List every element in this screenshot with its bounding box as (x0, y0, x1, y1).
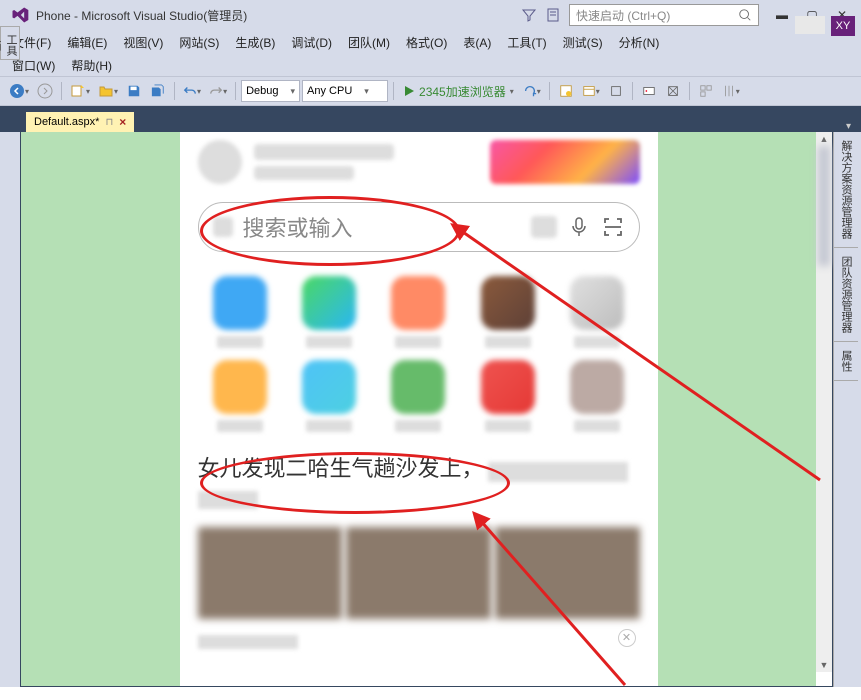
scroll-up-icon[interactable]: ▲ (816, 132, 832, 146)
vs-logo-icon (10, 5, 30, 25)
tool-icon-3[interactable] (605, 80, 627, 102)
app-icon (213, 276, 267, 330)
tool-icon-5[interactable] (662, 80, 684, 102)
tab-close-icon[interactable]: × (119, 115, 126, 129)
menu-tools[interactable]: 工具(T) (499, 32, 554, 53)
annotation-arrow-2 (465, 500, 765, 700)
tool-icon-4[interactable] (638, 80, 660, 102)
app-label-blur (217, 420, 263, 432)
document-tab-active[interactable]: Default.aspx* ⊓ × (26, 110, 134, 132)
xy-badge[interactable]: XY (831, 16, 855, 36)
toolbar: ▾ ▾ ▾ ▾ ▾ Debug▾ Any CPU▾ 2345加速浏览器 ▾ ▾ … (0, 76, 861, 106)
undo-button[interactable]: ▾ (180, 80, 204, 102)
menu-team[interactable]: 团队(M) (340, 32, 398, 53)
filter-icon[interactable] (521, 7, 537, 23)
app-item-0[interactable] (208, 276, 273, 348)
app-label-blur (306, 336, 352, 348)
menu-help[interactable]: 帮助(H) (63, 55, 120, 76)
app-icon (302, 360, 356, 414)
menu-edit[interactable]: 编辑(E) (59, 32, 115, 53)
nav-fwd-button[interactable] (34, 80, 56, 102)
tab-label: Default.aspx* (34, 116, 99, 128)
app-item-6[interactable] (297, 360, 362, 432)
minimize-button[interactable]: ▬ (767, 4, 797, 26)
run-button[interactable]: 2345加速浏览器 ▾ (399, 80, 518, 102)
news-meta-blur (198, 635, 298, 649)
menu-debug[interactable]: 调试(D) (283, 32, 340, 53)
brand-logo (490, 140, 640, 184)
left-gutter (0, 132, 20, 687)
thumb-1[interactable] (198, 527, 343, 619)
refresh-button[interactable]: ▾ (520, 80, 544, 102)
tool-icon-1[interactable] (555, 80, 577, 102)
search-engine-icon (213, 217, 233, 237)
menu-analyze[interactable]: 分析(N) (611, 32, 668, 53)
app-icon (391, 360, 445, 414)
app-label-blur (395, 420, 441, 432)
avatar-placeholder (198, 140, 242, 184)
header-line1 (254, 144, 394, 160)
save-all-button[interactable] (147, 80, 169, 102)
quick-launch-input[interactable]: 快速启动 (Ctrl+Q) (569, 4, 759, 26)
search-icon (738, 8, 752, 22)
config-combo[interactable]: Debug▾ (241, 80, 300, 102)
menubar: 文件(F) 编辑(E) 视图(V) 网站(S) 生成(B) 调试(D) 团队(M… (0, 30, 861, 54)
platform-combo[interactable]: Any CPU▾ (302, 80, 388, 102)
scroll-down-icon[interactable]: ▼ (816, 658, 832, 672)
user-avatar[interactable] (795, 16, 825, 34)
menu-test[interactable]: 测试(S) (555, 32, 611, 53)
redo-button[interactable]: ▾ (206, 80, 230, 102)
pin-icon[interactable]: ⊓ (105, 117, 113, 128)
news-subline-blur (198, 491, 258, 509)
window-title: Phone - Microsoft Visual Studio(管理员) (36, 7, 247, 24)
notification-icon[interactable] (545, 7, 561, 23)
tool-icon-6[interactable] (695, 80, 717, 102)
nav-back-button[interactable]: ▾ (6, 80, 32, 102)
menu-view[interactable]: 视图(V) (115, 32, 171, 53)
app-icon (302, 276, 356, 330)
document-tabstrip: Default.aspx* ⊓ × ▾ (0, 106, 861, 132)
app-icon (391, 276, 445, 330)
annotation-arrow-1 (440, 200, 840, 500)
toolbox-panel-tab[interactable]: 工具箱 (0, 26, 20, 60)
titlebar: Phone - Microsoft Visual Studio(管理员) 快速启… (0, 0, 861, 30)
tool-icon-2[interactable]: ▾ (579, 80, 603, 102)
menubar-row2: 窗口(W) 帮助(H) (0, 54, 861, 76)
app-icon (213, 360, 267, 414)
app-item-1[interactable] (297, 276, 362, 348)
menu-build[interactable]: 生成(B) (227, 32, 283, 53)
menu-website[interactable]: 网站(S) (171, 32, 227, 53)
tabstrip-overflow[interactable]: ▾ (840, 121, 857, 132)
app-label-blur (395, 336, 441, 348)
phone-header (180, 132, 658, 192)
save-button[interactable] (123, 80, 145, 102)
tool-icon-7[interactable]: ▾ (719, 80, 743, 102)
app-item-5[interactable] (208, 360, 273, 432)
header-line2 (254, 166, 354, 180)
menu-table[interactable]: 表(A) (455, 32, 499, 53)
app-label-blur (306, 420, 352, 432)
quick-launch-placeholder: 快速启动 (Ctrl+Q) (576, 7, 670, 24)
menu-format[interactable]: 格式(O) (398, 32, 455, 53)
app-label-blur (217, 336, 263, 348)
new-item-button[interactable]: ▾ (67, 80, 93, 102)
open-button[interactable]: ▾ (95, 80, 121, 102)
